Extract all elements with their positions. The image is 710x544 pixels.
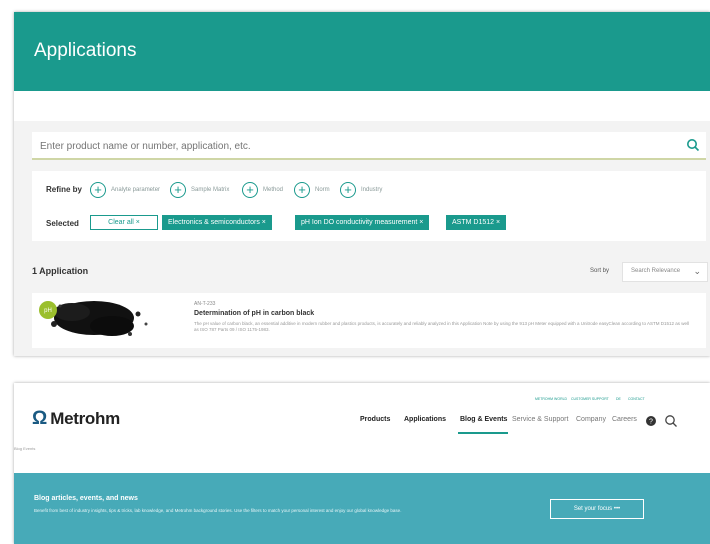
chevron-down-icon: ⌄ (693, 266, 701, 276)
search-icon[interactable] (664, 414, 678, 428)
blog-hero-title: Blog articles, events, and news (34, 495, 138, 502)
ph-badge: pH (44, 308, 52, 314)
plus-circle-icon: + (294, 182, 310, 198)
selected-chip-astm[interactable]: ASTM D1512 × (446, 215, 507, 230)
sort-label: Sort by (590, 268, 610, 274)
results-count: 1 Application (32, 266, 89, 276)
top-link-contact[interactable]: CONTACT (628, 397, 645, 405)
search-input[interactable] (38, 135, 682, 157)
nav-service-support[interactable]: Service & Support (512, 416, 568, 428)
application-card[interactable]: pH AN-T-233 Determination of pH in carbo… (32, 293, 706, 348)
refine-sample-matrix[interactable]: + Sample Matrix (170, 181, 229, 199)
top-link-world[interactable]: METROHM WORLD (535, 397, 567, 405)
metrohm-logo[interactable]: Ω Metrohm (32, 407, 120, 431)
page-title: Applications (34, 40, 137, 61)
logo-wordmark: Metrohm (50, 409, 120, 428)
sort-value: Search Relevance (631, 268, 681, 274)
refine-method[interactable]: + Method (242, 181, 283, 199)
application-description: The pH value of carbon black, an essenti… (194, 321, 690, 332)
top-link-language[interactable]: DE (616, 397, 621, 405)
refine-norm[interactable]: + Norm (294, 181, 330, 199)
carbon-black-image: pH (34, 294, 162, 346)
search-icon[interactable] (686, 138, 700, 152)
plus-circle-icon: + (170, 182, 186, 198)
filter-panel: Refine by + Analyte parameter + Sample M… (32, 171, 706, 241)
clear-all-button[interactable]: Clear all × (90, 215, 158, 230)
selected-chip-ph-measurement[interactable]: pH Ion DO conductivity measurement × (295, 215, 430, 230)
selected-label: Selected (46, 219, 79, 228)
help-icon[interactable]: ? (644, 414, 658, 428)
search-bar (32, 132, 706, 160)
blog-hero-description: Benefit from best of industry insights, … (34, 508, 402, 513)
selected-chip-electronics[interactable]: Electronics & semiconductors × (162, 215, 272, 230)
plus-circle-icon: + (340, 182, 356, 198)
refine-industry[interactable]: + Industry (340, 181, 382, 199)
nav-active-underline (458, 432, 508, 434)
sort-select[interactable]: Search Relevance ⌄ (622, 262, 708, 282)
nav-products[interactable]: Products (360, 416, 390, 428)
results-header: 1 Application Sort by Search Relevance ⌄ (32, 256, 708, 286)
white-band (14, 91, 710, 121)
plus-circle-icon: + (90, 182, 106, 198)
breadcrumb[interactable]: Blog Events (14, 446, 35, 451)
top-link-support[interactable]: CUSTOMER SUPPORT (571, 397, 609, 405)
metrohm-blog-screenshot: METROHM WORLD CUSTOMER SUPPORT DE CONTAC… (14, 383, 710, 544)
application-title[interactable]: Determination of pH in carbon black (194, 310, 314, 317)
omega-logo-icon: Ω (32, 408, 48, 429)
refine-label: Refine by (46, 185, 83, 194)
svg-text:?: ? (649, 419, 653, 426)
nav-company[interactable]: Company (576, 416, 606, 428)
nav-careers[interactable]: Careers (612, 416, 637, 428)
application-number: AN-T-233 (194, 301, 216, 307)
set-your-focus-button[interactable]: Set your focus ••• (550, 499, 644, 519)
applications-screenshot: Applications Refine by + Analyte paramet… (14, 12, 710, 356)
plus-circle-icon: + (242, 182, 258, 198)
nav-applications[interactable]: Applications (404, 416, 446, 428)
nav-blog-events[interactable]: Blog & Events (460, 416, 507, 428)
refine-analyte-parameter[interactable]: + Analyte parameter (90, 181, 160, 199)
